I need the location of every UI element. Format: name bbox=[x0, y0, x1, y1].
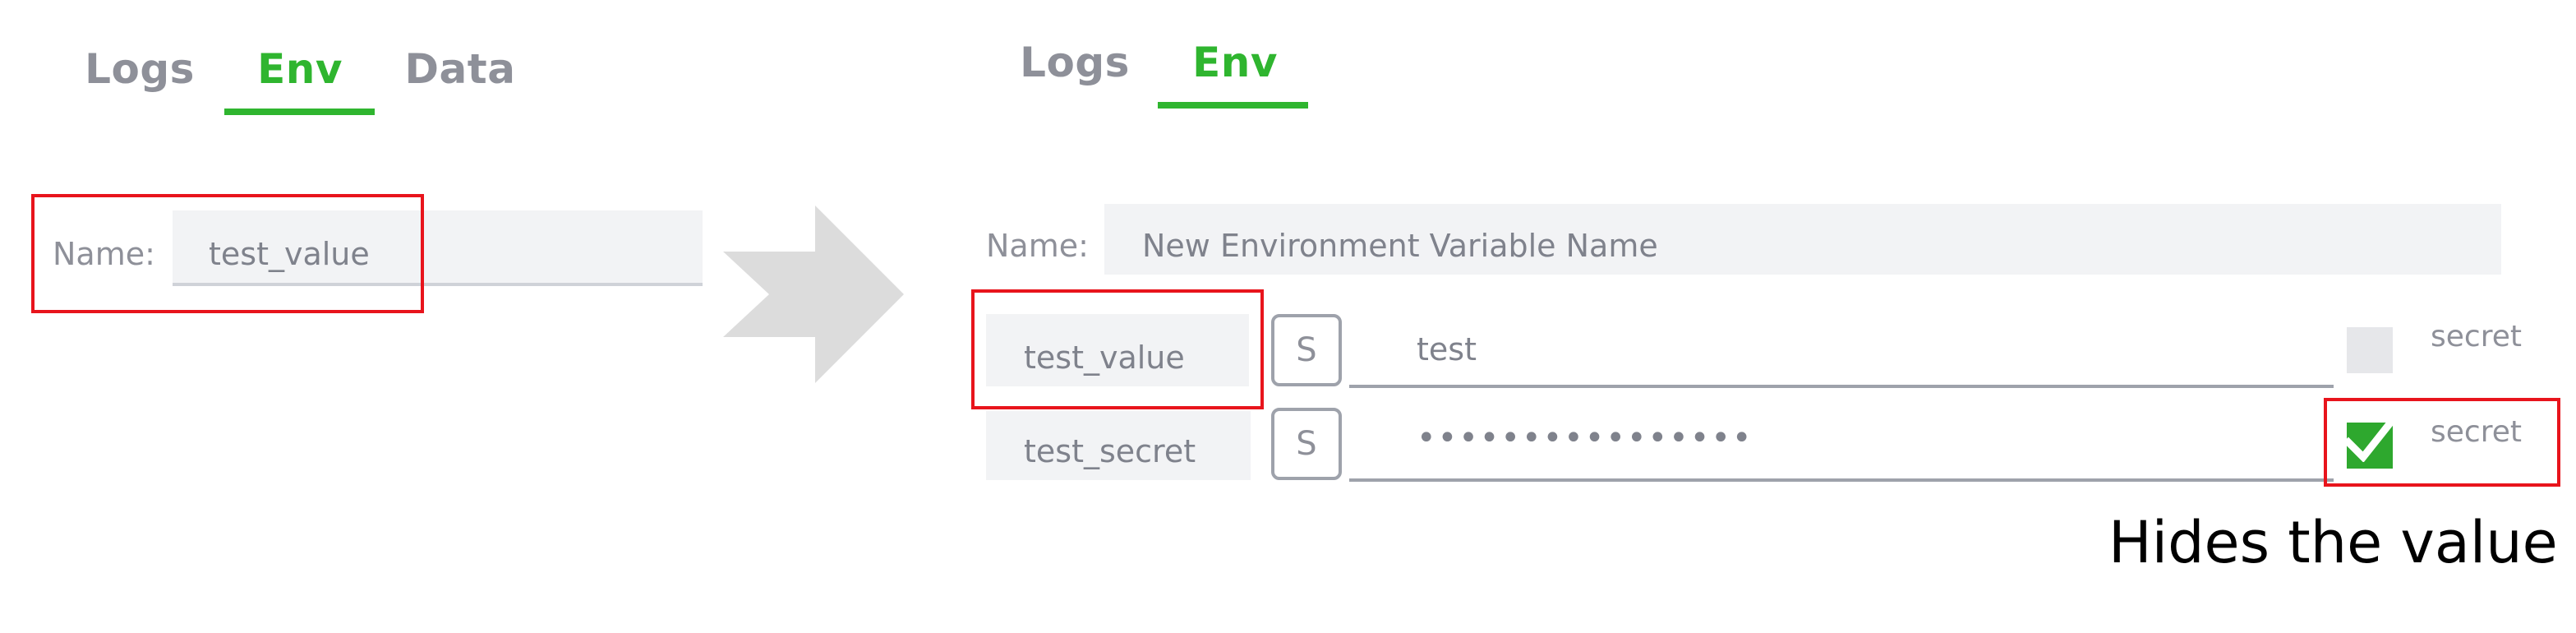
highlight-box-variable-name bbox=[971, 289, 1264, 409]
annotation-caption: Hides the value bbox=[2108, 509, 2558, 576]
secret-label: secret bbox=[2431, 320, 2522, 353]
new-variable-name-input[interactable]: New Environment Variable Name bbox=[1104, 204, 2501, 275]
type-toggle-button[interactable]: S bbox=[1271, 314, 1342, 386]
masked-value: •••••••••••••••• bbox=[1417, 419, 1753, 457]
right-arrow-icon bbox=[723, 206, 904, 383]
tab-logs[interactable]: Logs bbox=[82, 44, 197, 94]
variable-name-field[interactable]: test_secret bbox=[986, 411, 1251, 480]
secret-checkbox[interactable] bbox=[2347, 327, 2393, 373]
tab-env[interactable]: Env bbox=[1173, 38, 1297, 87]
highlight-box-name bbox=[31, 194, 424, 313]
highlight-box-secret bbox=[2324, 398, 2560, 487]
name-label: Name: bbox=[986, 228, 1089, 264]
tab-env[interactable]: Env bbox=[238, 44, 362, 94]
type-toggle-button[interactable]: S bbox=[1271, 408, 1342, 480]
tab-data[interactable]: Data bbox=[403, 44, 518, 94]
tab-logs[interactable]: Logs bbox=[1017, 38, 1132, 87]
tab-env-active-indicator bbox=[224, 109, 375, 115]
variable-value-input[interactable]: •••••••••••••••• bbox=[1349, 408, 2334, 482]
tab-env-active-indicator bbox=[1158, 102, 1308, 109]
variable-value-input[interactable]: test bbox=[1349, 314, 2334, 388]
